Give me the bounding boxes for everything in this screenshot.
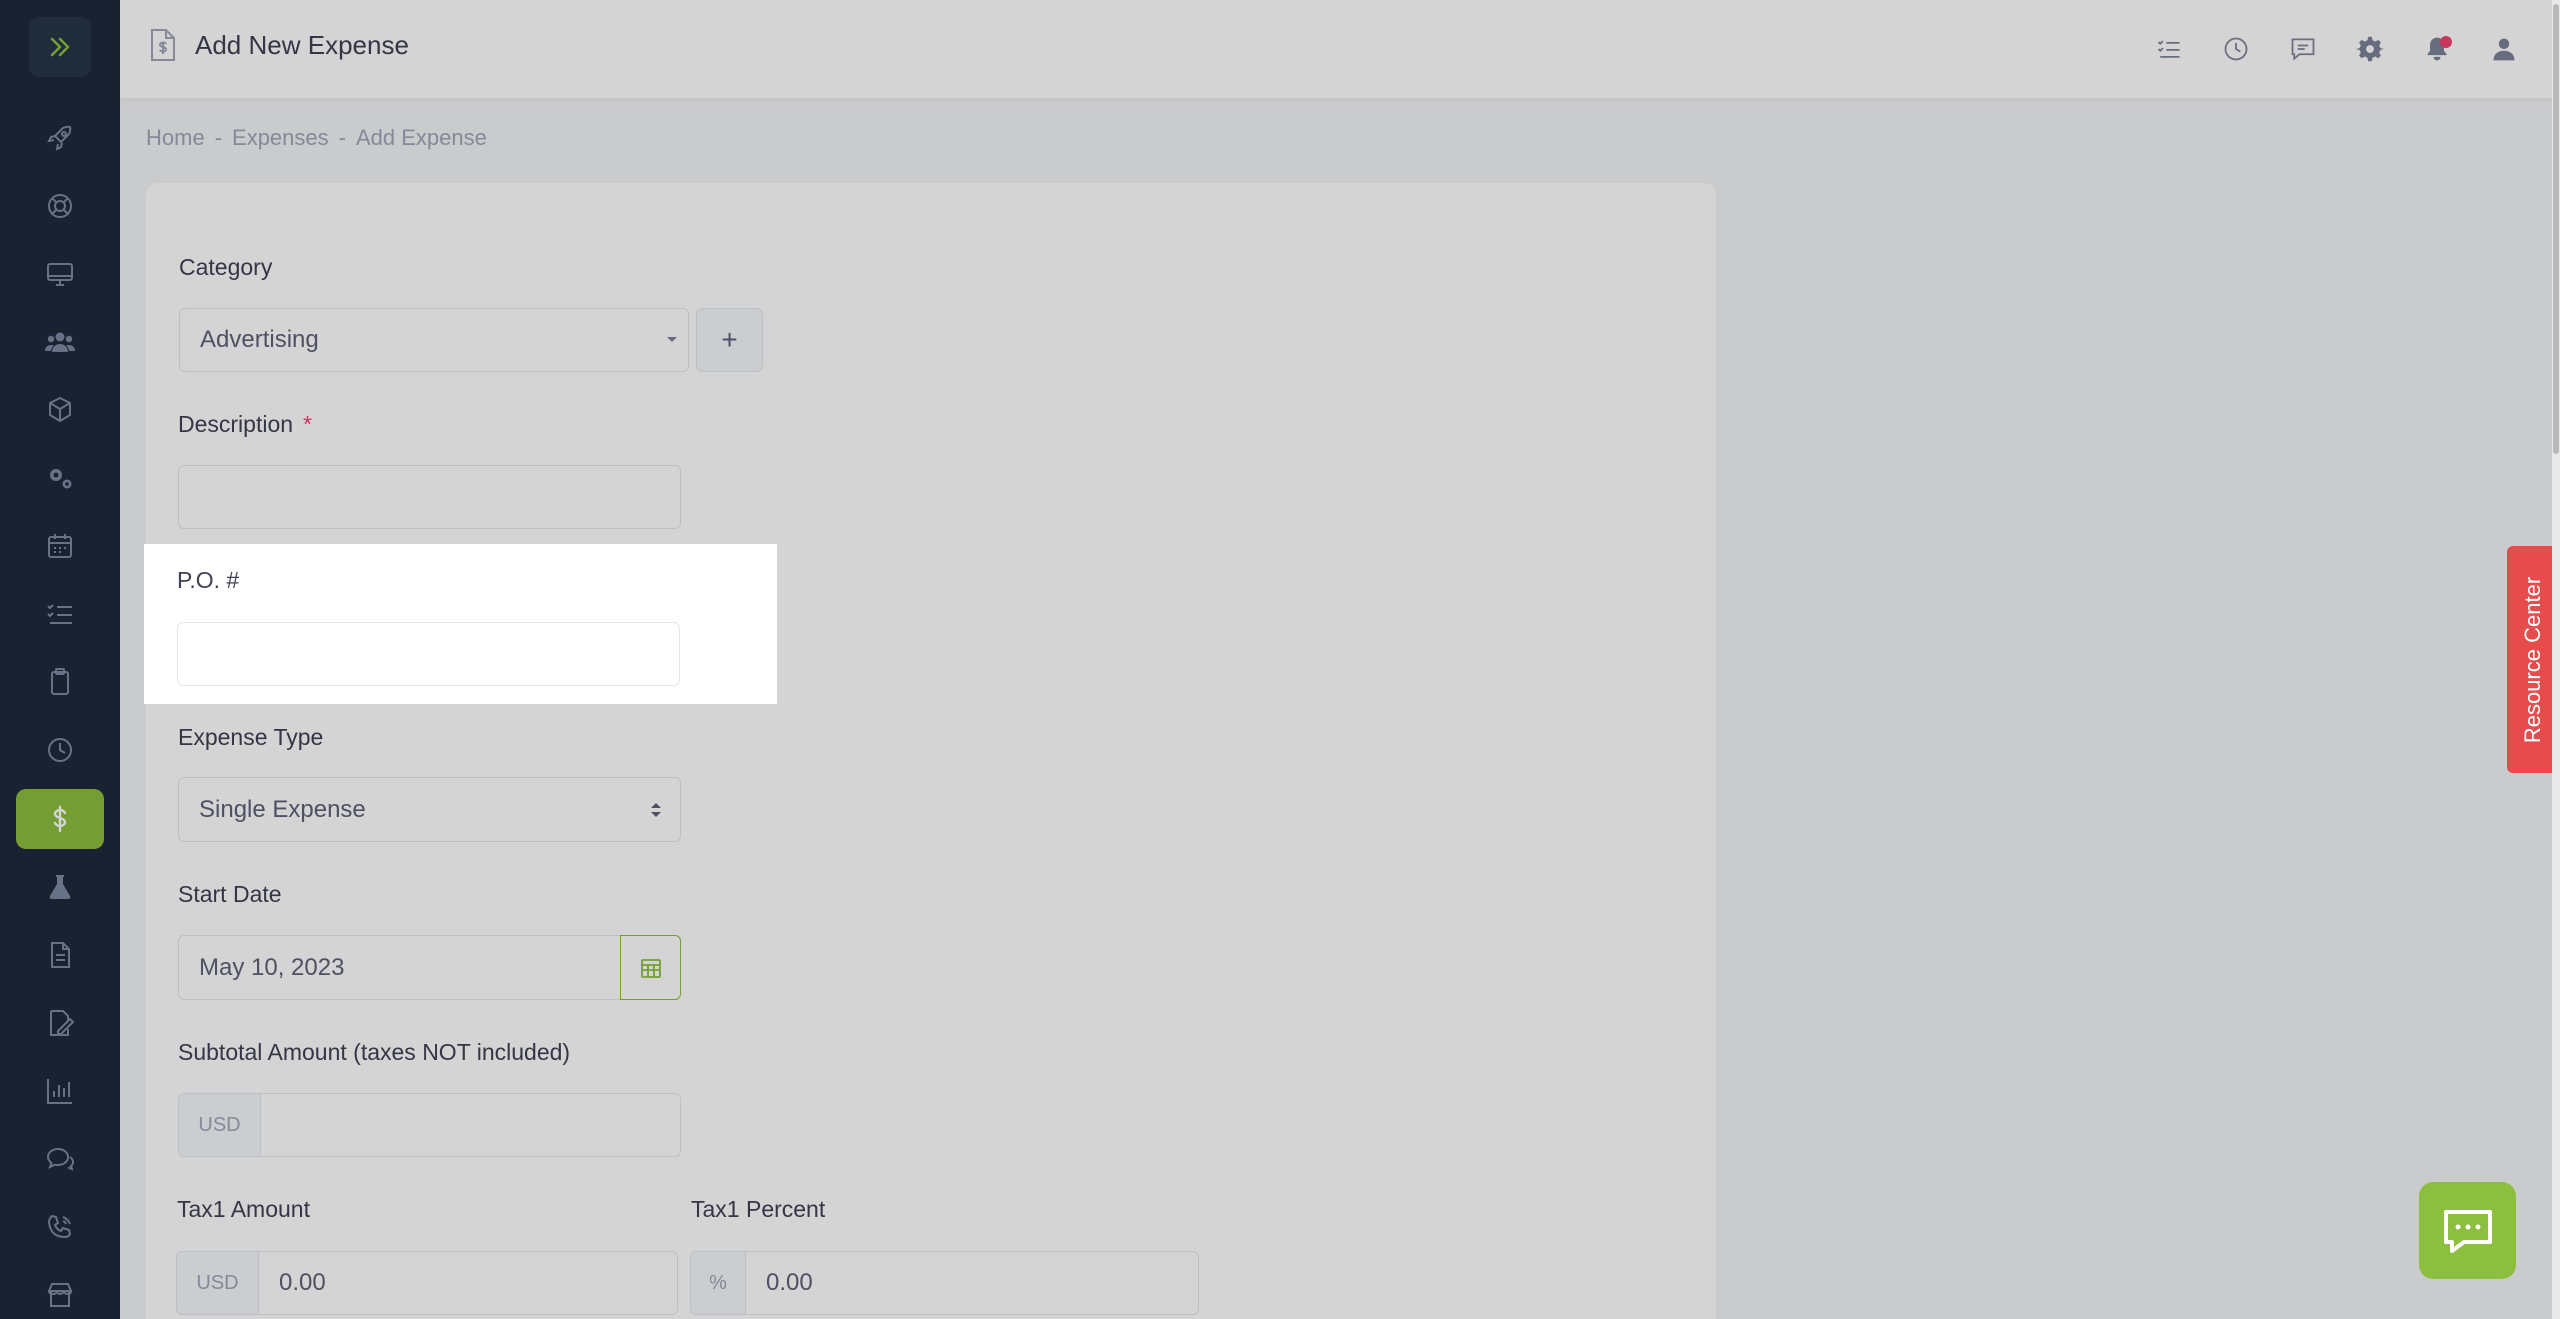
po-number-label: P.O. #: [177, 567, 240, 593]
date-picker-button[interactable]: [620, 935, 681, 1000]
caret-down-icon: [667, 337, 677, 342]
message-icon: [2291, 38, 2315, 61]
gears-icon: [50, 469, 72, 489]
messages-button[interactable]: [2286, 32, 2320, 66]
phone-icon: [47, 1214, 72, 1239]
clock-icon: [2224, 37, 2248, 61]
gear-icon: [2356, 36, 2384, 62]
subtotal-currency: USD: [178, 1093, 261, 1157]
sidebar-item-support[interactable]: [16, 176, 104, 236]
sidebar-item-messages[interactable]: [16, 1129, 104, 1189]
tax1-amount-input[interactable]: 0.00: [258, 1251, 678, 1315]
calendar-icon: [640, 958, 661, 978]
sidebar-item-calls[interactable]: [16, 1197, 104, 1257]
document-icon: [51, 942, 70, 968]
time-tracker-button[interactable]: [2219, 32, 2253, 66]
expense-form-card: Category Advertising + Description * Expe…: [146, 183, 1716, 1319]
breadcrumb-home[interactable]: Home: [146, 125, 205, 151]
expense-type-select[interactable]: Single Expense: [178, 777, 681, 842]
tax1-percent-input[interactable]: 0.00: [745, 1251, 1199, 1315]
signature-icon: [50, 1010, 75, 1036]
sidebar-item-products[interactable]: [16, 380, 104, 440]
start-date-input[interactable]: May 10, 2023: [178, 935, 623, 1000]
scrollbar-thumb[interactable]: [2553, 4, 2559, 454]
user-menu-button[interactable]: [2487, 32, 2521, 66]
users-icon: [45, 332, 75, 352]
checklist-icon: [47, 604, 72, 624]
po-number-input[interactable]: [177, 622, 680, 686]
breadcrumb-expenses[interactable]: Expenses: [232, 125, 329, 151]
sidebar-item-expenses[interactable]: [16, 789, 104, 849]
sidebar-item-contracts[interactable]: [16, 993, 104, 1053]
tax1-percent-unit: %: [690, 1251, 746, 1315]
rocket-icon: [47, 125, 72, 151]
clipboard-icon: [51, 668, 69, 695]
dollar-icon: [53, 805, 67, 833]
category-select[interactable]: Advertising: [179, 308, 689, 372]
notification-badge: [2440, 36, 2452, 48]
sidebar-item-devices[interactable]: [16, 244, 104, 304]
description-input[interactable]: [178, 465, 681, 529]
sidebar-item-customers[interactable]: [16, 312, 104, 372]
sidebar-item-calendar[interactable]: [16, 516, 104, 576]
chat-bubble-icon: [2443, 1209, 2492, 1253]
cube-icon: [49, 397, 71, 422]
expense-type-value: Single Expense: [199, 795, 366, 823]
store-icon: [47, 1283, 73, 1307]
required-mark: *: [303, 411, 312, 437]
add-category-button[interactable]: +: [696, 308, 763, 372]
breadcrumb-current: Add Expense: [355, 125, 487, 150]
category-value: Advertising: [200, 326, 319, 353]
sidebar-item-settings[interactable]: [16, 448, 104, 508]
sidebar-item-reports-clipboard[interactable]: [16, 652, 104, 712]
start-date-label: Start Date: [178, 881, 282, 907]
page-scrollbar[interactable]: [2552, 0, 2560, 1319]
top-header: Add New Expense: [120, 0, 2560, 98]
subtotal-label: Subtotal Amount (taxes NOT included): [178, 1039, 571, 1065]
sidebar-item-time[interactable]: [16, 720, 104, 780]
expense-file-icon: [148, 28, 178, 67]
tax1-percent-label: Tax1 Percent: [691, 1196, 826, 1222]
category-label: Category: [179, 254, 273, 280]
settings-button[interactable]: [2353, 32, 2387, 66]
bar-chart-icon: [47, 1079, 72, 1104]
chat-icon: [46, 1147, 75, 1171]
subtotal-input[interactable]: [260, 1093, 681, 1157]
description-label: Description *: [178, 411, 312, 438]
sidebar-item-documents[interactable]: [16, 925, 104, 985]
clock-icon: [48, 738, 72, 762]
notifications-button[interactable]: [2420, 32, 2454, 66]
flask-icon: [49, 875, 71, 899]
po-number-spotlight: P.O. #: [144, 544, 777, 704]
lifebuoy-icon: [48, 194, 72, 218]
tasks-button[interactable]: [2152, 32, 2186, 66]
expense-type-label: Expense Type: [178, 724, 324, 750]
checklist-icon: [2157, 40, 2180, 58]
calendar-icon: [48, 534, 72, 558]
sort-caret-icon: [651, 802, 661, 817]
resource-center-label: Resource Center: [2520, 576, 2546, 743]
tax1-amount-label: Tax1 Amount: [177, 1196, 310, 1222]
user-icon: [2493, 38, 2515, 61]
page-title: Add New Expense: [195, 30, 409, 60]
sidebar-toggle-button[interactable]: [29, 17, 91, 77]
sidebar: [0, 0, 120, 1319]
breadcrumb-separator: -: [214, 125, 223, 150]
breadcrumb-separator: -: [338, 125, 346, 150]
sidebar-item-store[interactable]: [16, 1265, 104, 1319]
monitor-icon: [47, 263, 73, 286]
sidebar-item-analytics[interactable]: [16, 1061, 104, 1121]
chat-widget-button[interactable]: [2419, 1182, 2516, 1279]
breadcrumb: Home - Expenses - Add Expense: [146, 125, 487, 151]
double-chevron-right-icon: [50, 37, 70, 57]
tax1-amount-currency: USD: [176, 1251, 259, 1315]
sidebar-item-tasks[interactable]: [16, 584, 104, 644]
description-label-text: Description: [178, 411, 294, 437]
sidebar-item-lab[interactable]: [16, 857, 104, 917]
sidebar-item-dashboard[interactable]: [16, 108, 104, 168]
